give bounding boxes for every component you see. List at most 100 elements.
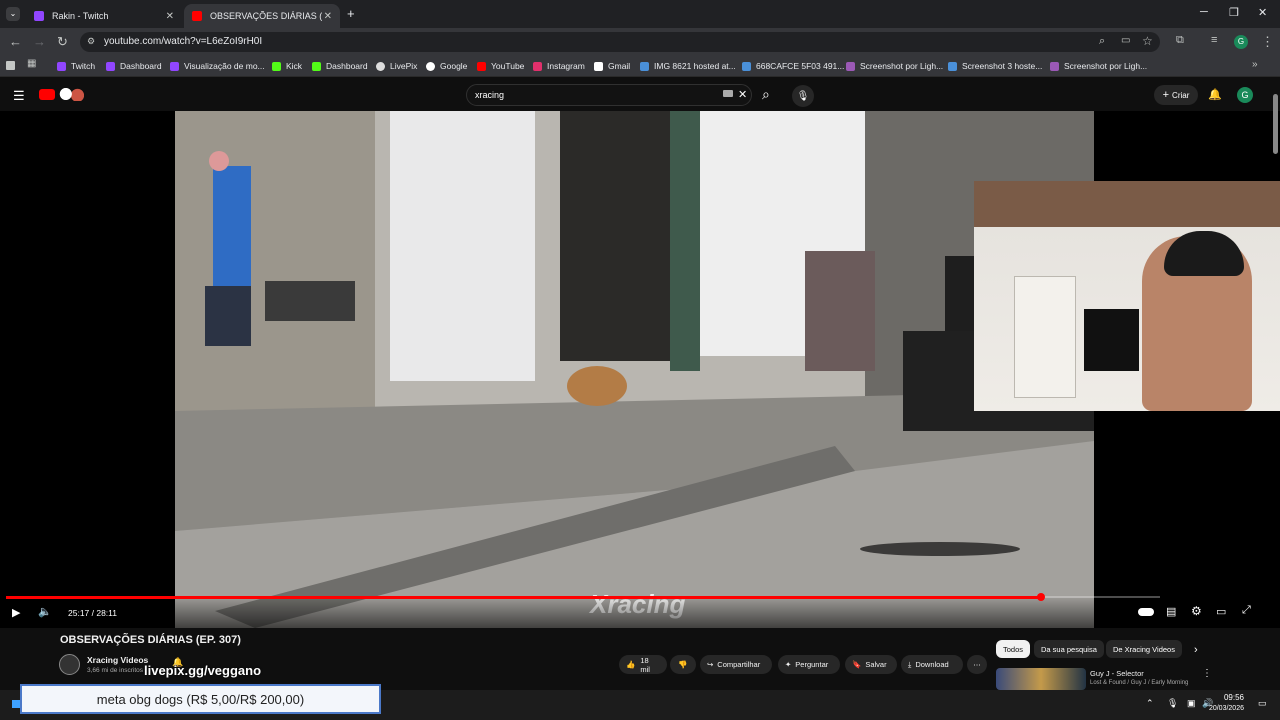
tray-network-icon[interactable]: ▣ [1187,698,1196,709]
progress-fill[interactable] [6,596,1042,599]
taskbar-time[interactable]: 09:56 [1214,693,1244,702]
search-icon[interactable]: ⌕ [762,86,770,103]
lightshot-icon [846,61,855,71]
recommended-more-icon[interactable]: ⋮ [1202,668,1212,679]
dislike-button[interactable]: 👎 [670,655,696,674]
like-button[interactable]: 👍 18 mil [619,655,667,674]
clear-search-icon[interactable]: ✕ [738,88,747,101]
youtube-doodle-icon[interactable] [58,87,84,101]
chip-from-channel[interactable]: De Xracing Videos [1106,640,1182,658]
url-text[interactable]: youtube.com/watch?v=L6eZoI9rH0I [104,36,262,47]
bookmark-item[interactable]: Kick [272,58,302,74]
subscriber-count: 3,66 mi de inscritos [87,667,143,674]
bookmark-item[interactable]: Dashboard [312,58,368,74]
webcam-overlay [974,181,1280,411]
channel-name[interactable]: Xracing Videos [87,655,148,665]
save-button[interactable]: 🔖 Salvar [845,655,897,674]
search-box[interactable] [466,84,752,106]
bookmark-item[interactable]: Dashboard [106,58,162,74]
account-avatar[interactable]: G [1237,87,1253,103]
close-tab-icon[interactable]: ✕ [324,11,332,22]
back-icon[interactable]: ← [9,34,22,49]
recommended-thumbnail[interactable] [996,668,1086,690]
bookmark-item[interactable]: Gmail [594,58,630,74]
tab-twitch[interactable]: Rakin - Twitch ✕ [26,4,182,28]
forward-icon[interactable]: → [33,34,46,49]
more-actions-button[interactable]: ⋯ [967,655,987,674]
tab-title: Rakin - Twitch [52,11,109,21]
share-icon: ↪ [707,660,714,669]
start-icon[interactable] [12,700,20,708]
hamburger-menu-icon[interactable]: ☰ [13,88,25,104]
keyboard-icon[interactable] [723,90,733,97]
settings-icon[interactable]: ⚙ [1191,604,1202,618]
notification-center-icon[interactable]: ▭ [1258,698,1267,709]
fullscreen-icon[interactable]: ⤢ [1242,604,1251,617]
bookmark-item[interactable]: Screenshot 3 hoste... [948,58,1042,74]
donation-goal-banner: meta obg dogs (R$ 5,00/R$ 200,00) [20,684,381,714]
bookmark-item[interactable]: Visualização de mo... [170,58,265,74]
autoplay-toggle[interactable] [1138,608,1154,616]
menu-icon[interactable]: ⋮ [1261,34,1274,50]
sidebar-icon[interactable] [6,61,15,70]
profile-avatar[interactable]: G [1234,35,1248,49]
tab-youtube[interactable]: OBSERVAÇÕES DIÁRIAS (EP. 30 ✕ [184,4,340,28]
zoom-icon[interactable]: ⌕ [1099,35,1105,48]
chip-all[interactable]: Todos [996,640,1031,658]
twitch-icon [170,61,179,71]
minimize-icon[interactable]: ─ [1200,6,1208,18]
download-icon: ⤓ [908,659,912,669]
bookmark-item[interactable]: YouTube [477,58,524,74]
image-host-icon [948,61,957,71]
page-scrollbar[interactable] [1273,94,1278,154]
new-tab-button[interactable]: + [347,6,355,21]
tray-mic-icon[interactable]: 🎙 [1167,698,1178,709]
tab-search-button[interactable]: ⌄ [6,7,20,21]
site-info-icon[interactable]: ⚙ [87,36,95,47]
close-tab-icon[interactable]: ✕ [166,11,174,22]
tray-chevron-icon[interactable]: ⌃ [1146,698,1154,709]
create-button[interactable]: + Criar [1154,85,1198,105]
download-button[interactable]: ⤓ Download [901,655,963,674]
notifications-bell-icon[interactable]: 🔔 [1208,88,1222,101]
youtube-logo[interactable] [39,89,55,100]
bookmark-item[interactable]: Instagram [533,58,585,74]
chevron-right-icon[interactable]: › [1194,644,1198,656]
more-bookmarks-icon[interactable]: » [1252,59,1258,70]
twitch-icon [106,61,115,71]
volume-icon[interactable]: 🔈 [38,605,52,618]
bookmark-star-icon[interactable]: ☆ [1142,34,1153,48]
apps-icon[interactable]: ▦ [27,58,36,69]
restore-icon[interactable]: ❐ [1229,6,1239,19]
bookmark-item[interactable]: IMG 8621 hosted at... [640,58,736,74]
bookmark-item[interactable]: Google [426,58,467,74]
kick-icon [272,61,281,71]
theater-mode-icon[interactable]: ▭ [1216,605,1226,618]
share-button[interactable]: ↪ Compartilhar [700,655,772,674]
thumbs-up-icon: 👍 [626,660,636,669]
bookmark-item[interactable]: Screenshot por Ligh... [1050,58,1147,74]
close-window-icon[interactable]: ✕ [1258,6,1267,19]
play-icon[interactable]: ▶ [12,606,20,619]
video-player[interactable]: Xracing [0,111,1280,628]
image-host-icon [742,61,751,71]
twitch-icon [34,11,44,21]
extensions-icon[interactable]: ⧉ [1176,34,1184,47]
instagram-icon [533,61,542,71]
ask-button[interactable]: ✦ Perguntar [778,655,840,674]
reload-icon[interactable]: ↻ [57,34,68,50]
chip-from-search[interactable]: Da sua pesquisa [1034,640,1104,658]
bookmark-item[interactable]: Twitch [57,58,95,74]
channel-avatar[interactable] [59,654,80,675]
bookmark-item[interactable]: LivePix [376,58,417,74]
taskbar-date[interactable]: 20/03/2026 [1198,705,1244,712]
cast-icon[interactable]: ▭ [1121,35,1130,46]
search-input[interactable]: xracing [475,90,504,100]
recommended-title[interactable]: Guy J - Selector [1090,669,1144,678]
subtitles-icon[interactable]: ▤ [1166,605,1176,618]
recommended-subtitle: Lost & Found / Guy J / Early Morning [1090,680,1189,686]
reading-list-icon[interactable]: ≡ [1211,34,1217,46]
bookmark-item[interactable]: 668CAFCE 5F03 491... [742,58,844,74]
microphone-icon[interactable]: 🎙 [792,85,814,107]
bookmark-item[interactable]: Screenshot por Ligh... [846,58,943,74]
